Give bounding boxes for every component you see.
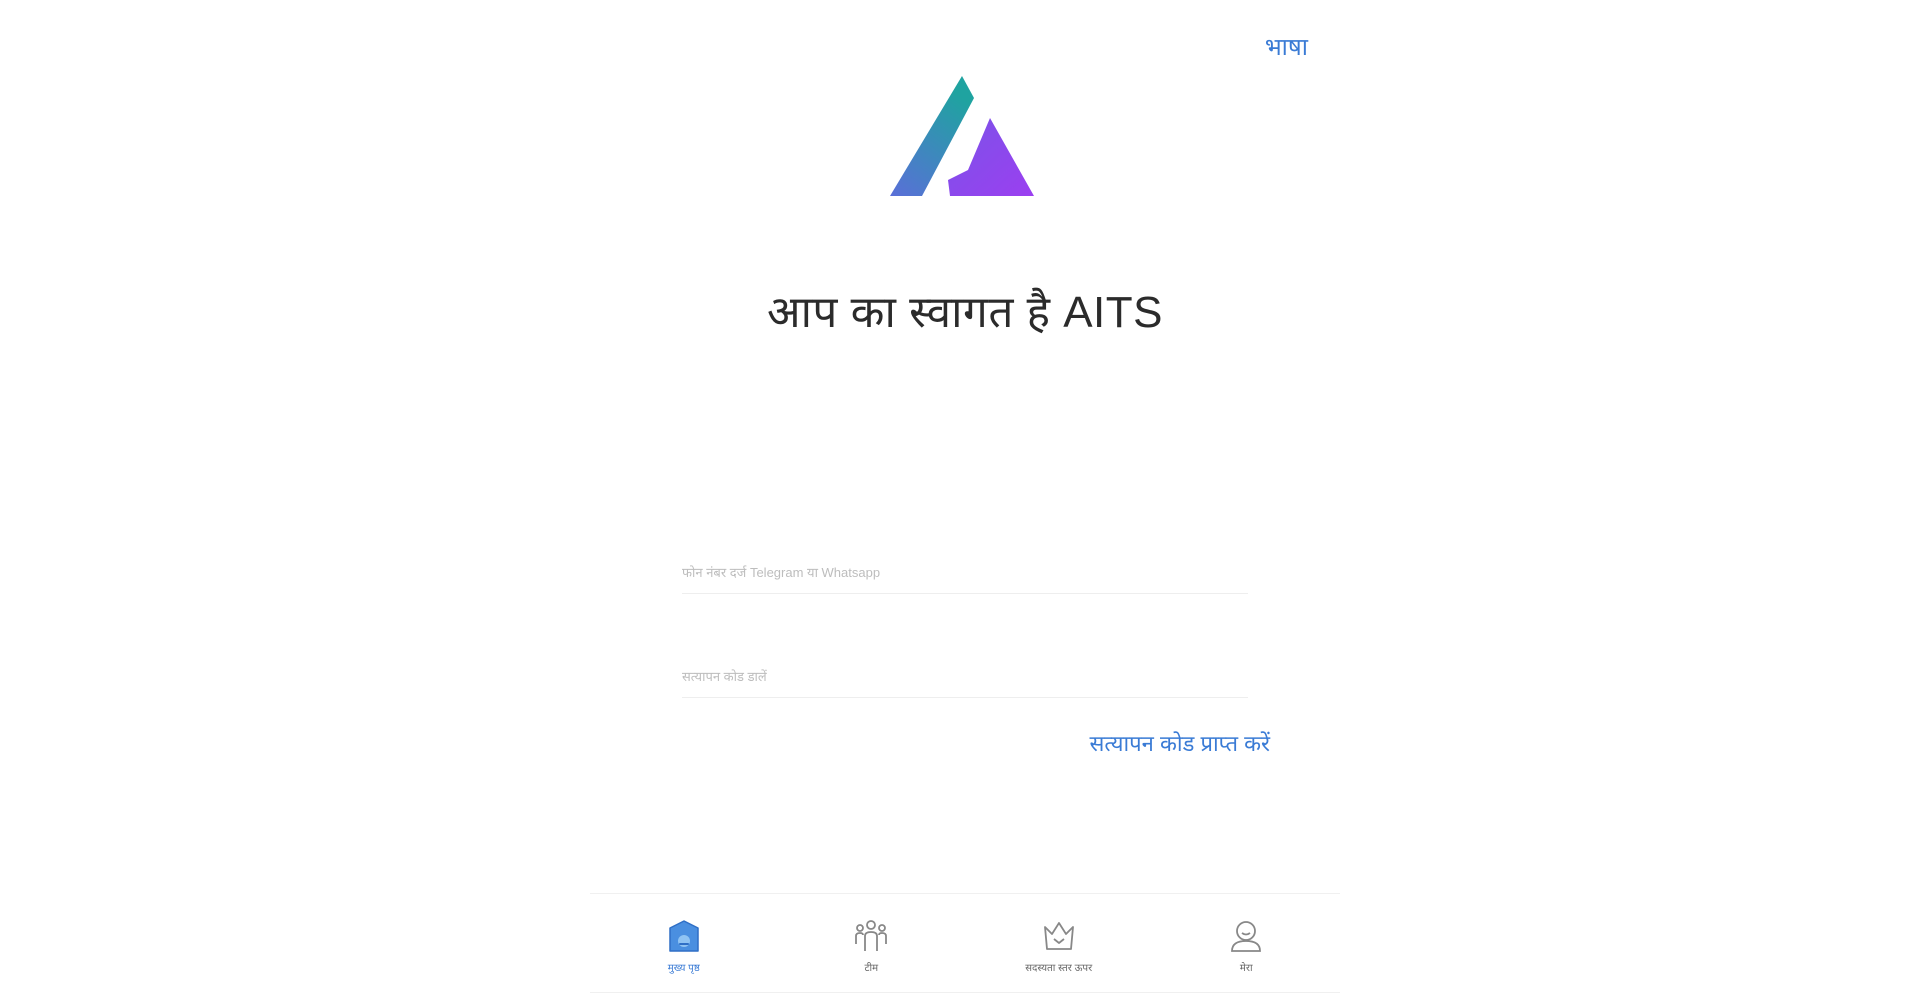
- phone-field[interactable]: [682, 553, 1248, 594]
- code-field[interactable]: [682, 657, 1248, 698]
- phone-input[interactable]: [682, 553, 1248, 591]
- team-icon: [855, 920, 888, 951]
- tab-home[interactable]: मुख्य पृष्ठ: [590, 894, 778, 992]
- login-page: भाषा आप का स्वागत है AITS सत्यापन कोड प्…: [590, 0, 1340, 993]
- language-button[interactable]: भाषा: [1265, 30, 1308, 63]
- crown-icon: [1043, 922, 1074, 950]
- aits-logo: [890, 76, 1034, 196]
- tab-team-label: टीम: [864, 963, 879, 974]
- get-verification-code-button[interactable]: सत्यापन कोड प्राप्त करें: [1089, 728, 1270, 758]
- tab-mine-label: मेरा: [1239, 963, 1253, 974]
- tab-membership-label: सदस्यता स्तर ऊपर: [1025, 963, 1093, 974]
- tab-team[interactable]: टीम: [778, 894, 966, 992]
- verification-code-input[interactable]: [682, 657, 1248, 695]
- tab-home-label: मुख्य पृष्ठ: [667, 963, 700, 974]
- welcome-title: आप का स्वागत है AITS: [766, 288, 1164, 337]
- bottom-tab-bar: मुख्य पृष्ठ टीम सदस्यता स्तर ऊपर मेरा: [590, 893, 1340, 993]
- user-icon: [1231, 921, 1262, 952]
- tab-mine[interactable]: मेरा: [1153, 894, 1341, 992]
- tab-membership-upgrade[interactable]: सदस्यता स्तर ऊपर: [965, 894, 1153, 992]
- home-icon: [669, 920, 699, 952]
